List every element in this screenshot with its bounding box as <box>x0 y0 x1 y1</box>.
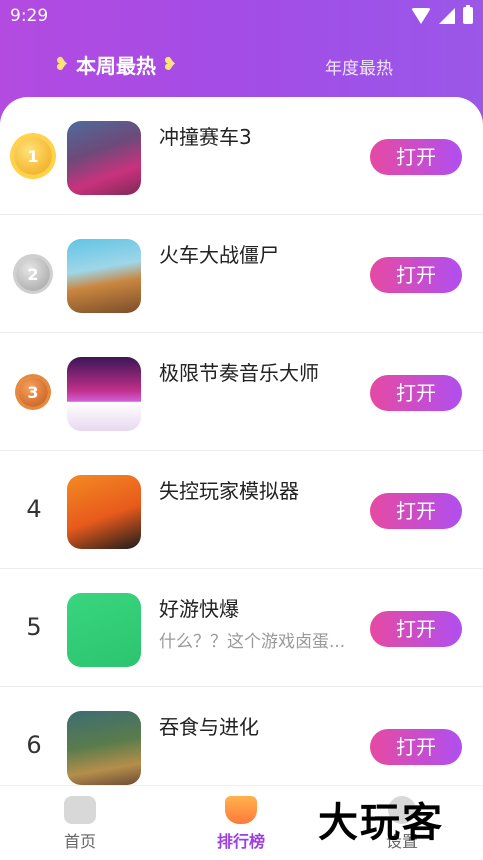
watermark-logo: 大玩客 <box>318 800 444 846</box>
battery-icon <box>463 5 473 24</box>
rank-number: 6 <box>26 731 42 759</box>
list-item[interactable]: 3 极限节奏音乐大师 打开 <box>0 333 483 451</box>
app-description: 什么？？这个游戏卤蛋... <box>159 632 346 652</box>
ranking-tabs: ❥ 本周最热 ❥ 年度最热 <box>0 44 483 88</box>
app-title: 好游快爆 <box>159 597 239 621</box>
list-item[interactable]: 6 吞食与进化 打开 <box>0 687 483 785</box>
app-icon[interactable] <box>67 475 141 549</box>
bronze-medal-icon: 3 <box>18 377 48 407</box>
rank-number: 5 <box>26 613 42 641</box>
gamepad-icon <box>64 796 96 824</box>
right-wing-icon: ❥ <box>162 53 178 75</box>
app-title: 极限节奏音乐大师 <box>159 361 319 385</box>
open-button[interactable]: 打开 <box>370 257 462 293</box>
tab-weekly-label: 本周最热 <box>76 54 156 78</box>
nav-home-label: 首页 <box>63 832 96 851</box>
list-item[interactable]: 4 失控玩家模拟器 打开 <box>0 451 483 569</box>
wifi-icon <box>411 7 431 24</box>
app-title: 冲撞赛车3 <box>159 125 252 149</box>
app-icon[interactable] <box>67 121 141 195</box>
app-title: 火车大战僵尸 <box>159 243 279 267</box>
trophy-icon <box>225 796 257 824</box>
open-button[interactable]: 打开 <box>370 493 462 529</box>
status-time: 9:29 <box>10 6 49 26</box>
tab-weekly-hot[interactable]: ❥ 本周最热 ❥ <box>54 50 178 79</box>
nav-ranking[interactable]: 排行榜 <box>201 796 281 852</box>
list-item[interactable]: 2 火车大战僵尸 打开 <box>0 215 483 333</box>
app-icon[interactable] <box>67 239 141 313</box>
open-button[interactable]: 打开 <box>370 139 462 175</box>
nav-home[interactable]: 首页 <box>40 796 120 852</box>
status-icons <box>411 5 473 24</box>
open-button[interactable]: 打开 <box>370 375 462 411</box>
gold-medal-icon: 1 <box>14 137 52 175</box>
open-button[interactable]: 打开 <box>370 611 462 647</box>
status-bar: 9:29 <box>0 0 483 34</box>
list-item[interactable]: 1 冲撞赛车3 打开 <box>0 97 483 215</box>
open-button[interactable]: 打开 <box>370 729 462 765</box>
app-icon[interactable] <box>67 357 141 431</box>
app-title: 吞食与进化 <box>159 715 259 739</box>
tab-yearly-hot[interactable]: 年度最热 <box>325 54 393 79</box>
ranking-list: 1 冲撞赛车3 打开 2 火车大战僵尸 打开 3 极限节奏音乐大师 打开 4 失… <box>0 97 483 785</box>
silver-medal-icon: 2 <box>16 257 50 291</box>
rank-number: 4 <box>26 495 42 523</box>
list-item[interactable]: 5 好游快爆 什么？？这个游戏卤蛋... 打开 <box>0 569 483 687</box>
app-icon[interactable] <box>67 711 141 785</box>
app-icon[interactable] <box>67 593 141 667</box>
left-wing-icon: ❥ <box>54 53 70 75</box>
signal-icon <box>439 7 455 24</box>
nav-ranking-label: 排行榜 <box>216 832 265 851</box>
app-title: 失控玩家模拟器 <box>159 479 299 503</box>
